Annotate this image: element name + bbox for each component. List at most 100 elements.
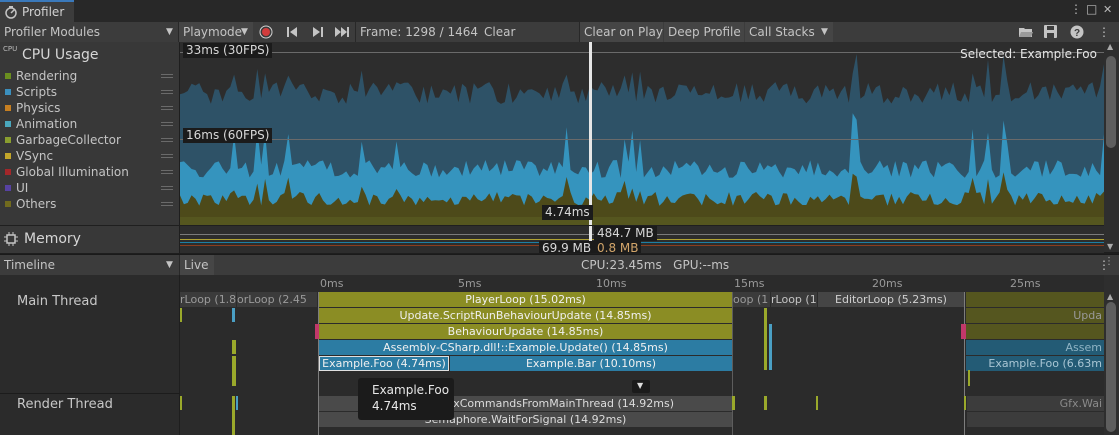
memory-module-panel[interactable]: Memory [0, 226, 179, 253]
legend-swatch[interactable] [5, 185, 11, 191]
drag-handle-icon[interactable] [161, 170, 173, 174]
tooltip-sample-name: Example.Foo [372, 383, 450, 397]
legend-item-scripts[interactable]: Scripts [0, 84, 179, 100]
legend-label: Scripts [16, 85, 58, 99]
drag-handle-icon[interactable] [161, 138, 173, 142]
clear-label: Clear [484, 25, 516, 39]
example-foo-sample[interactable]: Example.Foo (4.74ms) [319, 356, 449, 371]
drag-handle-icon[interactable] [161, 106, 173, 110]
drag-handle-icon[interactable] [161, 186, 173, 190]
close-icon[interactable]: ✕ [1103, 3, 1112, 16]
timeline-sample[interactable] [966, 324, 1104, 339]
drag-handle-icon[interactable] [161, 154, 173, 158]
timeline-sample[interactable]: rLoop (1.7 [771, 292, 817, 307]
memory-line-b [180, 242, 1104, 243]
assembly-update-sample[interactable]: Assembly-CSharp.dll!::Example.Update() (… [319, 340, 732, 355]
playmode-dropdown[interactable]: Playmode ▼ [179, 22, 253, 42]
drag-handle-icon[interactable] [161, 90, 173, 94]
activity-mark [764, 396, 767, 410]
last-frame-button[interactable] [331, 22, 355, 42]
maximize-icon[interactable]: □ [1086, 2, 1097, 16]
window-titlebar [0, 0, 1119, 23]
legend-item-animation[interactable]: Animation [0, 116, 179, 132]
clear-button[interactable]: Clear [480, 22, 520, 42]
editorloop-sample[interactable]: EditorLoop (5.23ms) [818, 292, 964, 307]
call-stacks-dropdown[interactable]: Call Stacks ▼ [745, 22, 833, 42]
cursor-value-label: 4.74ms [542, 205, 593, 220]
live-toggle[interactable]: Live [180, 255, 214, 275]
legend-swatch[interactable] [5, 169, 11, 175]
legend-label: Animation [16, 117, 78, 131]
load-button[interactable] [1015, 22, 1037, 42]
drag-handle-icon[interactable] [161, 202, 173, 206]
activity-mark [232, 308, 235, 322]
legend-item-others[interactable]: Others [0, 196, 179, 212]
help-icon: ? [1070, 25, 1084, 39]
timeline-sample[interactable]: Assem [966, 340, 1104, 355]
playerloop-sample[interactable]: PlayerLoop (15.02ms) [319, 292, 732, 307]
timeline-sample[interactable]: Example.Foo (6.63m [966, 356, 1104, 371]
profiler-toolbar: Profiler Modules ▼ Playmode ▼ Frame: 129… [0, 22, 1119, 43]
cpu-module-title: CPU Usage [22, 47, 99, 63]
playerloop-sample-next[interactable] [966, 292, 1104, 307]
scroll-up-icon[interactable]: ▲ [1107, 42, 1113, 51]
legend-label: GarbageCollector [16, 133, 121, 147]
profiler-modules-label: Profiler Modules [4, 25, 100, 39]
help-button[interactable]: ? [1066, 22, 1088, 42]
legend-swatch[interactable] [5, 153, 11, 159]
legend-swatch[interactable] [5, 105, 11, 111]
legend-swatch[interactable] [5, 201, 11, 207]
cpu-module-panel[interactable]: CPU CPU Usage Rendering Scripts Physics Ani… [0, 42, 179, 225]
save-button[interactable] [1040, 22, 1062, 42]
toolbar-menu-icon[interactable]: ⋮ [1094, 22, 1112, 42]
timeline-sample[interactable]: rLoop (1.8 [180, 292, 236, 307]
timeline-area[interactable]: rLoop (1.8 orLoop (2.45 PlayerLoop (15.0… [180, 292, 1104, 435]
scroll-down-icon[interactable]: ▼ [1107, 242, 1113, 251]
time-ruler[interactable]: 0ms 5ms 10ms 15ms 20ms 25ms [180, 275, 1104, 292]
legend-swatch[interactable] [5, 73, 11, 79]
memory-chart[interactable]: 484.7 MB 69.9 MB 0.8 MB [180, 226, 1104, 253]
legend-item-rendering[interactable]: Rendering [0, 68, 179, 84]
next-frame-button[interactable] [306, 22, 330, 42]
behaviour-update-sample[interactable]: BehaviourUpdate (14.85ms) [319, 324, 732, 339]
drag-handle-icon[interactable] [161, 74, 173, 78]
legend-swatch[interactable] [5, 121, 11, 127]
activity-mark [968, 370, 970, 386]
thread-labels: Main Thread Render Thread [0, 275, 179, 435]
memory-chip-icon [4, 232, 18, 246]
expand-thread-button[interactable]: ▼ [632, 380, 650, 393]
timeline-sample[interactable]: Upda [966, 308, 1104, 323]
timeline-sample[interactable]: Gfx.Wai [967, 396, 1104, 411]
activity-mark [232, 356, 236, 386]
scroll-up-icon[interactable]: ▲ [1107, 292, 1113, 301]
script-update-sample[interactable]: Update.ScriptRunBehaviourUpdate (14.85ms… [319, 308, 732, 323]
timeline-sample[interactable]: orLoop (2.45 [237, 292, 317, 307]
timeline-scrollbar-thumb[interactable] [1106, 302, 1116, 432]
profiler-tab[interactable]: Profiler [0, 0, 74, 22]
first-frame-button[interactable] [281, 22, 305, 42]
legend-item-garbagecollector[interactable]: GarbageCollector [0, 132, 179, 148]
modules-scrollbar-thumb[interactable] [1106, 56, 1116, 148]
legend-item-global-illumination[interactable]: Global Illumination [0, 164, 179, 180]
profiler-modules-dropdown[interactable]: Profiler Modules ▼ [0, 22, 178, 42]
ruler-tick-10: 10ms [596, 277, 627, 290]
legend-swatch[interactable] [5, 137, 11, 143]
activity-mark [232, 340, 236, 354]
frame-cursor[interactable] [589, 42, 592, 225]
legend-item-vsync[interactable]: VSync [0, 148, 179, 164]
record-button[interactable] [255, 22, 279, 42]
timeline-sample[interactable] [967, 412, 1104, 427]
legend-item-ui[interactable]: UI [0, 180, 179, 196]
legend-item-physics[interactable]: Physics [0, 100, 179, 116]
deep-profile-toggle[interactable]: Deep Profile [664, 22, 744, 42]
cpu-usage-chart[interactable]: 33ms (30FPS) 16ms (60FPS) Selected: Exam… [180, 42, 1104, 225]
view-mode-dropdown[interactable]: Timeline ▼ [0, 255, 179, 275]
window-menu-icon[interactable]: ⋮ [1070, 2, 1082, 16]
example-bar-sample[interactable]: Example.Bar (10.10ms) [450, 356, 732, 371]
timeline-sample[interactable]: oop (1 [733, 292, 770, 307]
clear-on-play-toggle[interactable]: Clear on Play [580, 22, 663, 42]
drag-handle-icon[interactable] [161, 122, 173, 126]
frame-counter-text: Frame: 1298 / 1464 [360, 25, 478, 39]
legend-swatch[interactable] [5, 89, 11, 95]
timeline-scroll-icon[interactable]: ⋮ [1104, 256, 1114, 267]
